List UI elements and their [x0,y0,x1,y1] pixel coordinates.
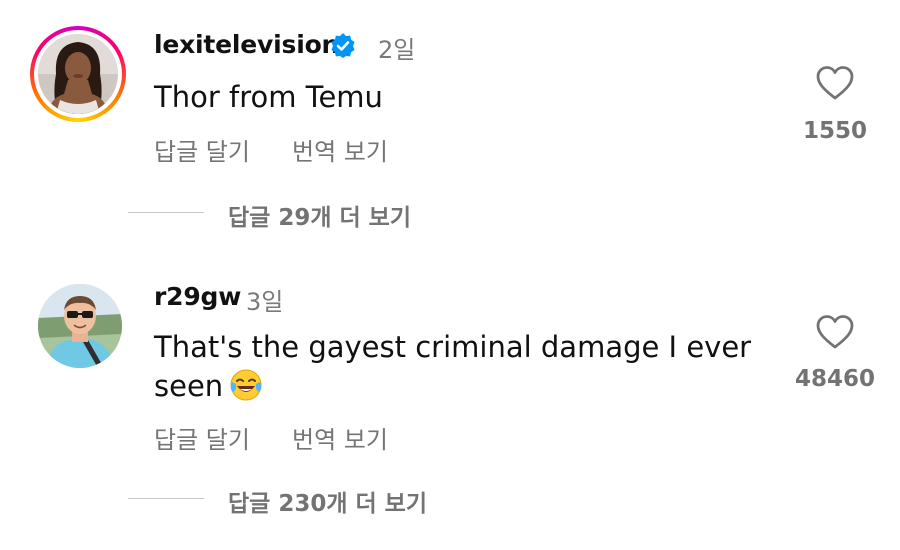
comment-text-line-2-words: seen [154,369,224,403]
comment-text: That's the gayest criminal damage I ever… [154,328,774,406]
face-with-tears-of-joy-emoji [230,369,262,401]
comment-2: r29gw 3일 That's the gayest criminal dama… [0,0,900,550]
avatar[interactable] [38,284,122,368]
like-count: 48460 [794,366,876,392]
heart-outline-icon[interactable] [815,313,855,351]
comment-time: 3일 [246,288,284,316]
comment-text-line-2: seen [154,367,774,406]
comment-username[interactable]: r29gw [154,282,241,311]
view-replies-button[interactable]: 답글 230개 더 보기 [228,484,427,518]
comment-text-line-1: That's the gayest criminal damage I ever [154,330,752,364]
replies-divider [128,498,204,499]
translate-button[interactable]: 번역 보기 [292,420,388,455]
reply-button[interactable]: 답글 달기 [154,420,250,455]
